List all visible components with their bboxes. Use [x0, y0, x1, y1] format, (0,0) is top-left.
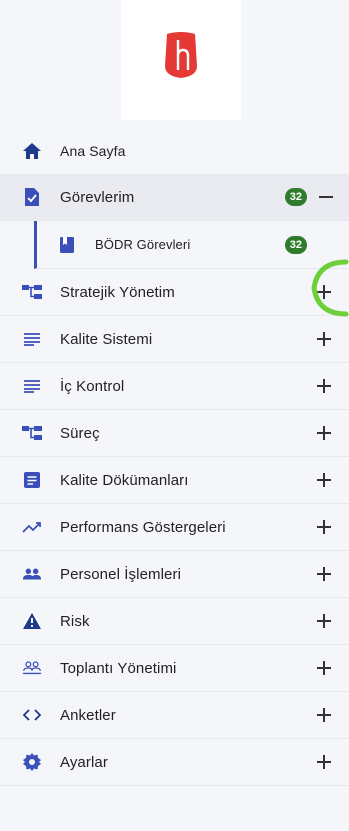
hierarchy-icon: [22, 282, 42, 302]
expand-icon[interactable]: [315, 565, 333, 583]
gear-icon: [22, 752, 42, 772]
expand-icon[interactable]: [315, 471, 333, 489]
nav-item-label: Görevlerim: [60, 188, 135, 206]
list-lines-icon: [22, 329, 42, 349]
nav-item-label: Süreç: [60, 424, 100, 442]
nav-item-label: Kalite Dökümanları: [60, 471, 189, 489]
nav-item-label: Personel İşlemleri: [60, 565, 182, 583]
expand-icon[interactable]: [315, 518, 333, 536]
university-logo-icon: [165, 32, 197, 78]
nav-item-kalite-dokumanlari[interactable]: Kalite Dökümanları: [0, 457, 349, 504]
nav-item-label: Kalite Sistemi: [60, 330, 153, 348]
collapse-icon[interactable]: [317, 188, 335, 206]
expand-icon[interactable]: [315, 612, 333, 630]
nav-item-risk[interactable]: Risk: [0, 598, 349, 645]
nav-item-performans-gostergeleri[interactable]: Performans Göstergeleri: [0, 504, 349, 551]
nav-item-label: Ana Sayfa: [60, 143, 126, 159]
count-badge: 32: [284, 188, 307, 206]
nav-item-label: Performans Göstergeleri: [60, 518, 226, 536]
list-lines-icon: [22, 376, 42, 396]
sidebar: Ana Sayfa Görevlerim 32 BÖDR Görevleri 3…: [0, 0, 349, 831]
trend-up-icon: [22, 517, 42, 537]
warning-icon: [22, 611, 42, 631]
expand-icon[interactable]: [315, 753, 333, 771]
code-brackets-icon: [22, 705, 42, 725]
task-document-icon: [22, 187, 42, 207]
nav-item-label: Anketler: [60, 706, 116, 724]
document-icon: [22, 470, 42, 490]
home-icon: [22, 141, 42, 161]
nav-item-surec[interactable]: Süreç: [0, 410, 349, 457]
expand-icon[interactable]: [315, 283, 333, 301]
expand-icon[interactable]: [315, 659, 333, 677]
logo-area[interactable]: [121, 0, 241, 120]
nav-item-kalite-sistemi[interactable]: Kalite Sistemi: [0, 316, 349, 363]
nav-item-ana-sayfa[interactable]: Ana Sayfa: [0, 128, 349, 174]
nav-item-personel-islemleri[interactable]: Personel İşlemleri: [0, 551, 349, 598]
nav-item-toplanti-yonetimi[interactable]: Toplantı Yönetimi: [0, 645, 349, 692]
nav-item-label: İç Kontrol: [60, 377, 125, 395]
people-icon: [22, 564, 42, 584]
nav-item-ic-kontrol[interactable]: İç Kontrol: [0, 363, 349, 410]
hierarchy-icon: [22, 423, 42, 443]
nav-item-anketler[interactable]: Anketler: [0, 692, 349, 739]
nav-item-label: Stratejik Yönetim: [60, 283, 175, 301]
count-badge: 32: [284, 235, 307, 254]
expand-icon[interactable]: [315, 377, 333, 395]
nav-subitem-bodr-gorevleri[interactable]: BÖDR Görevleri 32: [34, 221, 349, 269]
expand-icon[interactable]: [315, 424, 333, 442]
meeting-people-icon: [22, 658, 42, 678]
nav-item-ayarlar[interactable]: Ayarlar: [0, 739, 349, 786]
expand-icon[interactable]: [315, 330, 333, 348]
bookmark-document-icon: [57, 235, 77, 255]
nav-item-gorevlerim[interactable]: Görevlerim 32: [0, 174, 349, 221]
nav-item-label: Ayarlar: [60, 753, 108, 771]
nav-item-label: Risk: [60, 612, 90, 630]
nav-menu: Ana Sayfa Görevlerim 32 BÖDR Görevleri 3…: [0, 128, 349, 786]
nav-item-label: BÖDR Görevleri: [95, 237, 191, 252]
nav-item-stratejik-yonetim[interactable]: Stratejik Yönetim: [0, 269, 349, 316]
nav-item-label: Toplantı Yönetimi: [60, 659, 177, 677]
expand-icon[interactable]: [315, 706, 333, 724]
